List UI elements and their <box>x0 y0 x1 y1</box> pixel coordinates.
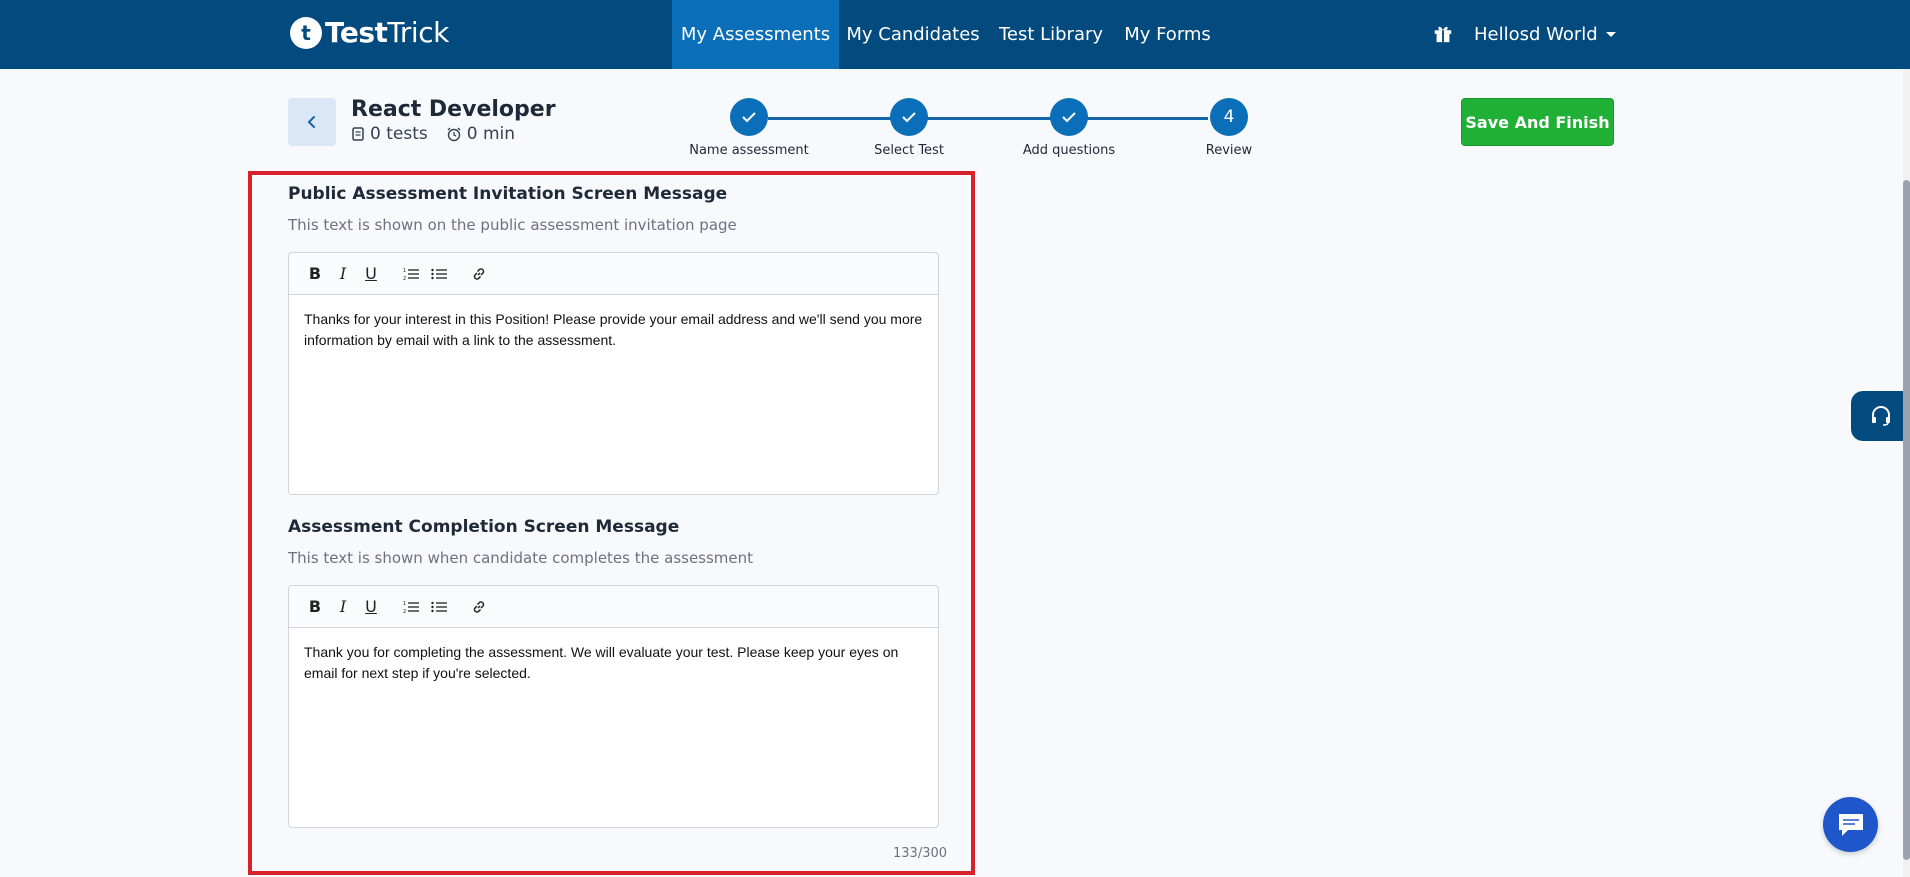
assessment-title: React Developer <box>351 97 556 122</box>
bold-button[interactable]: B <box>303 595 327 619</box>
character-counter: 133/300 <box>893 846 948 861</box>
check-icon <box>742 112 756 123</box>
editor-toolbar: B I U 12 <box>289 253 938 295</box>
italic-button[interactable]: I <box>331 262 355 286</box>
step-3-check[interactable] <box>1050 98 1088 136</box>
save-and-finish-button[interactable]: Save And Finish <box>1461 98 1614 146</box>
testtrick-logo[interactable]: t TestTrick <box>290 16 449 49</box>
bold-button[interactable]: B <box>303 262 327 286</box>
invitation-subtitle: This text is shown on the public assessm… <box>288 216 737 234</box>
svg-text:1: 1 <box>403 601 406 607</box>
stepper-line <box>768 117 1208 120</box>
user-menu[interactable]: Hellosd World <box>1474 0 1616 69</box>
link-icon[interactable] <box>467 595 491 619</box>
check-icon <box>1062 112 1076 123</box>
completion-subtitle: This text is shown when candidate comple… <box>288 549 754 567</box>
top-navbar: t TestTrick My Assessments My Candidates… <box>0 0 1910 69</box>
underline-button[interactable]: U <box>359 595 383 619</box>
nav-my-assessments[interactable]: My Assessments <box>672 0 839 69</box>
step-label-name-assessment: Name assessment <box>689 143 809 158</box>
completion-message-text[interactable]: Thank you for completing the assessment.… <box>289 628 938 698</box>
logo-text: TestTrick <box>325 16 449 49</box>
nav-my-candidates[interactable]: My Candidates <box>839 0 987 69</box>
invitation-title: Public Assessment Invitation Screen Mess… <box>288 184 728 204</box>
chat-button[interactable] <box>1823 797 1878 852</box>
ordered-list-icon[interactable]: 12 <box>399 595 423 619</box>
svg-text:2: 2 <box>403 609 406 614</box>
duration: 0 min <box>466 124 516 144</box>
logo-badge: t <box>290 16 322 49</box>
support-button[interactable] <box>1851 391 1910 441</box>
italic-button[interactable]: I <box>331 595 355 619</box>
gift-icon[interactable] <box>1432 22 1454 44</box>
ordered-list-icon[interactable]: 12 <box>399 262 423 286</box>
tests-icon <box>352 127 364 141</box>
completion-editor: B I U 12 Thank you for completing the as… <box>288 585 939 828</box>
step-label-review: Review <box>1205 143 1253 158</box>
chevron-left-icon <box>307 116 315 128</box>
nav-my-forms[interactable]: My Forms <box>1115 0 1220 69</box>
nav-test-library[interactable]: Test Library <box>987 0 1115 69</box>
step-label-select-test: Select Test <box>874 143 944 158</box>
scrollbar-thumb[interactable] <box>1903 180 1910 860</box>
invitation-editor: B I U 12 Thanks for your interest in thi… <box>288 252 939 495</box>
editor-toolbar: B I U 12 <box>289 586 938 628</box>
assessment-meta: 0 tests 0 min <box>351 124 533 144</box>
step-label-add-questions: Add questions <box>1022 143 1116 158</box>
headset-icon <box>1871 406 1890 426</box>
bullet-list-icon[interactable] <box>427 595 451 619</box>
user-name: Hellosd World <box>1474 24 1598 45</box>
check-icon <box>902 112 916 123</box>
step-1-check[interactable] <box>730 98 768 136</box>
svg-text:1: 1 <box>403 268 406 274</box>
tests-count: 0 tests <box>370 124 428 144</box>
step-2-check[interactable] <box>890 98 928 136</box>
bullet-list-icon[interactable] <box>427 262 451 286</box>
back-button[interactable] <box>288 98 336 146</box>
chat-bubble-icon <box>1838 813 1863 836</box>
svg-text:2: 2 <box>403 276 406 281</box>
invitation-message-text[interactable]: Thanks for your interest in this Positio… <box>289 295 938 365</box>
link-icon[interactable] <box>467 262 491 286</box>
alarm-clock-icon <box>447 127 461 142</box>
step-4-number[interactable]: 4 <box>1210 98 1248 136</box>
underline-button[interactable]: U <box>359 262 383 286</box>
completion-title: Assessment Completion Screen Message <box>288 517 680 537</box>
chevron-down-icon <box>1605 32 1616 37</box>
